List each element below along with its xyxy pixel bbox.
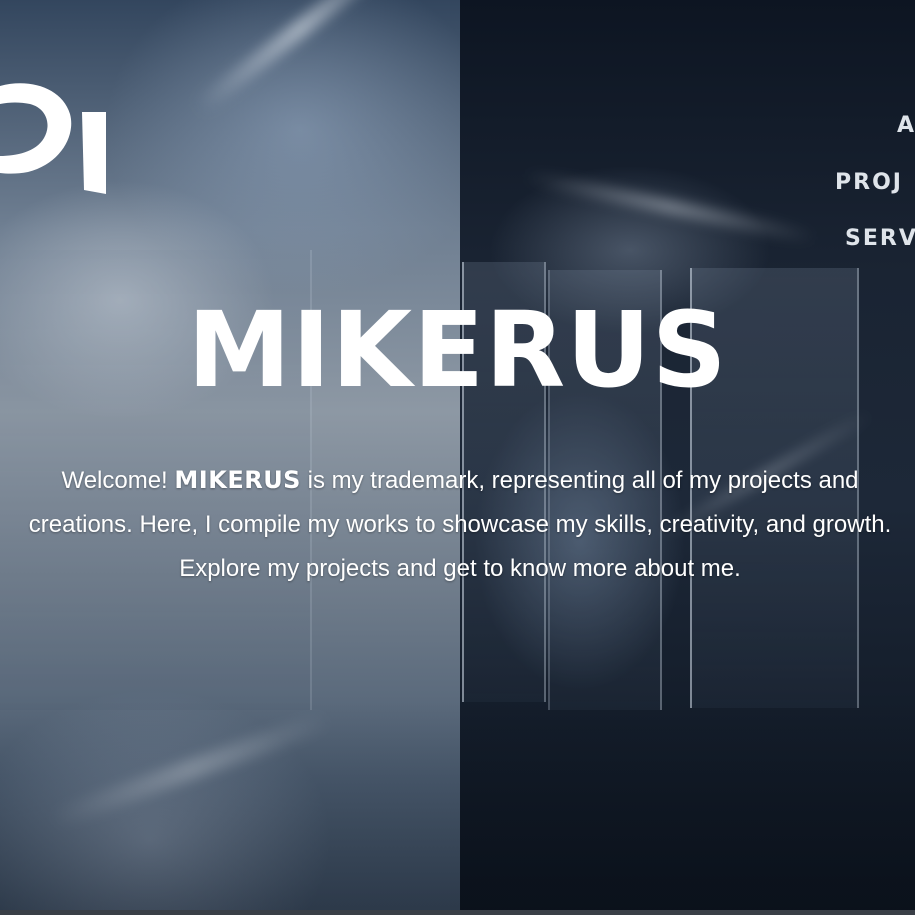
logo-mark-icon[interactable]: [0, 72, 110, 197]
landing-page: A PROJ SERV MIKERUS Welcome! MIKERUS is …: [0, 0, 915, 915]
hero-description: Welcome! MIKERUS is my trademark, repres…: [20, 458, 900, 591]
hero-brand-name: MIKERUS: [174, 466, 301, 494]
nav-item-services[interactable]: SERV: [845, 226, 915, 251]
bottom-edge-bar: [0, 910, 915, 915]
hero-intro-prefix: Welcome!: [61, 467, 168, 494]
background-floor-shadow: [0, 700, 915, 915]
hero-title: MIKERUS: [187, 289, 728, 411]
nav-item-projects[interactable]: PROJ: [835, 170, 903, 195]
nav-item-about[interactable]: A: [897, 113, 915, 138]
